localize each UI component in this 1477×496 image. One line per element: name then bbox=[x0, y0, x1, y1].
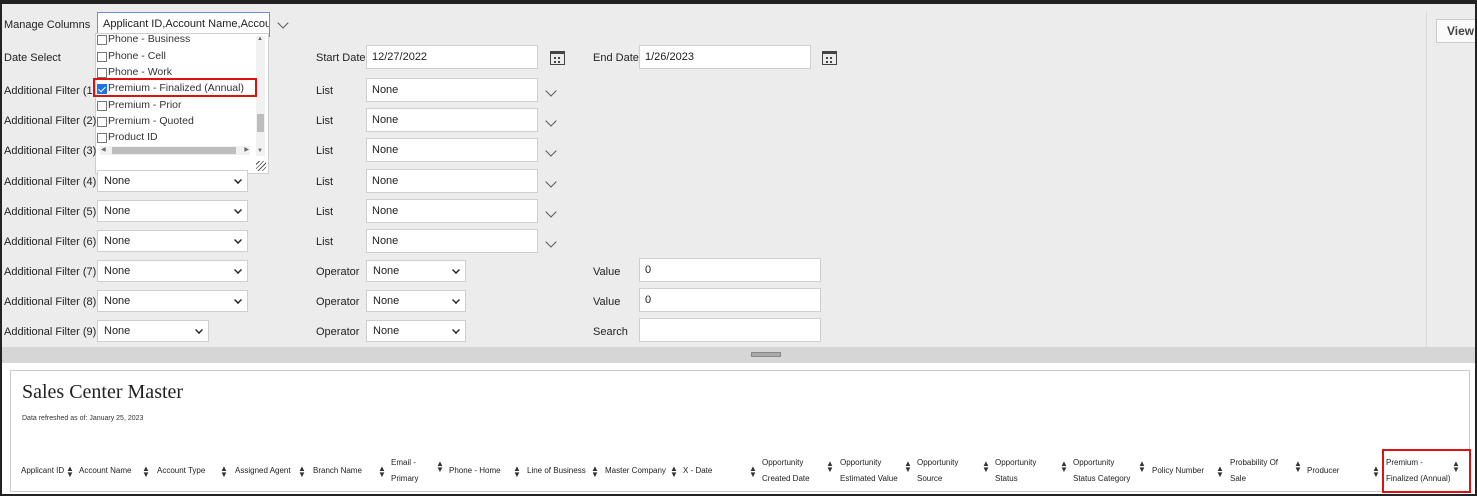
window-frame bbox=[0, 0, 1477, 496]
